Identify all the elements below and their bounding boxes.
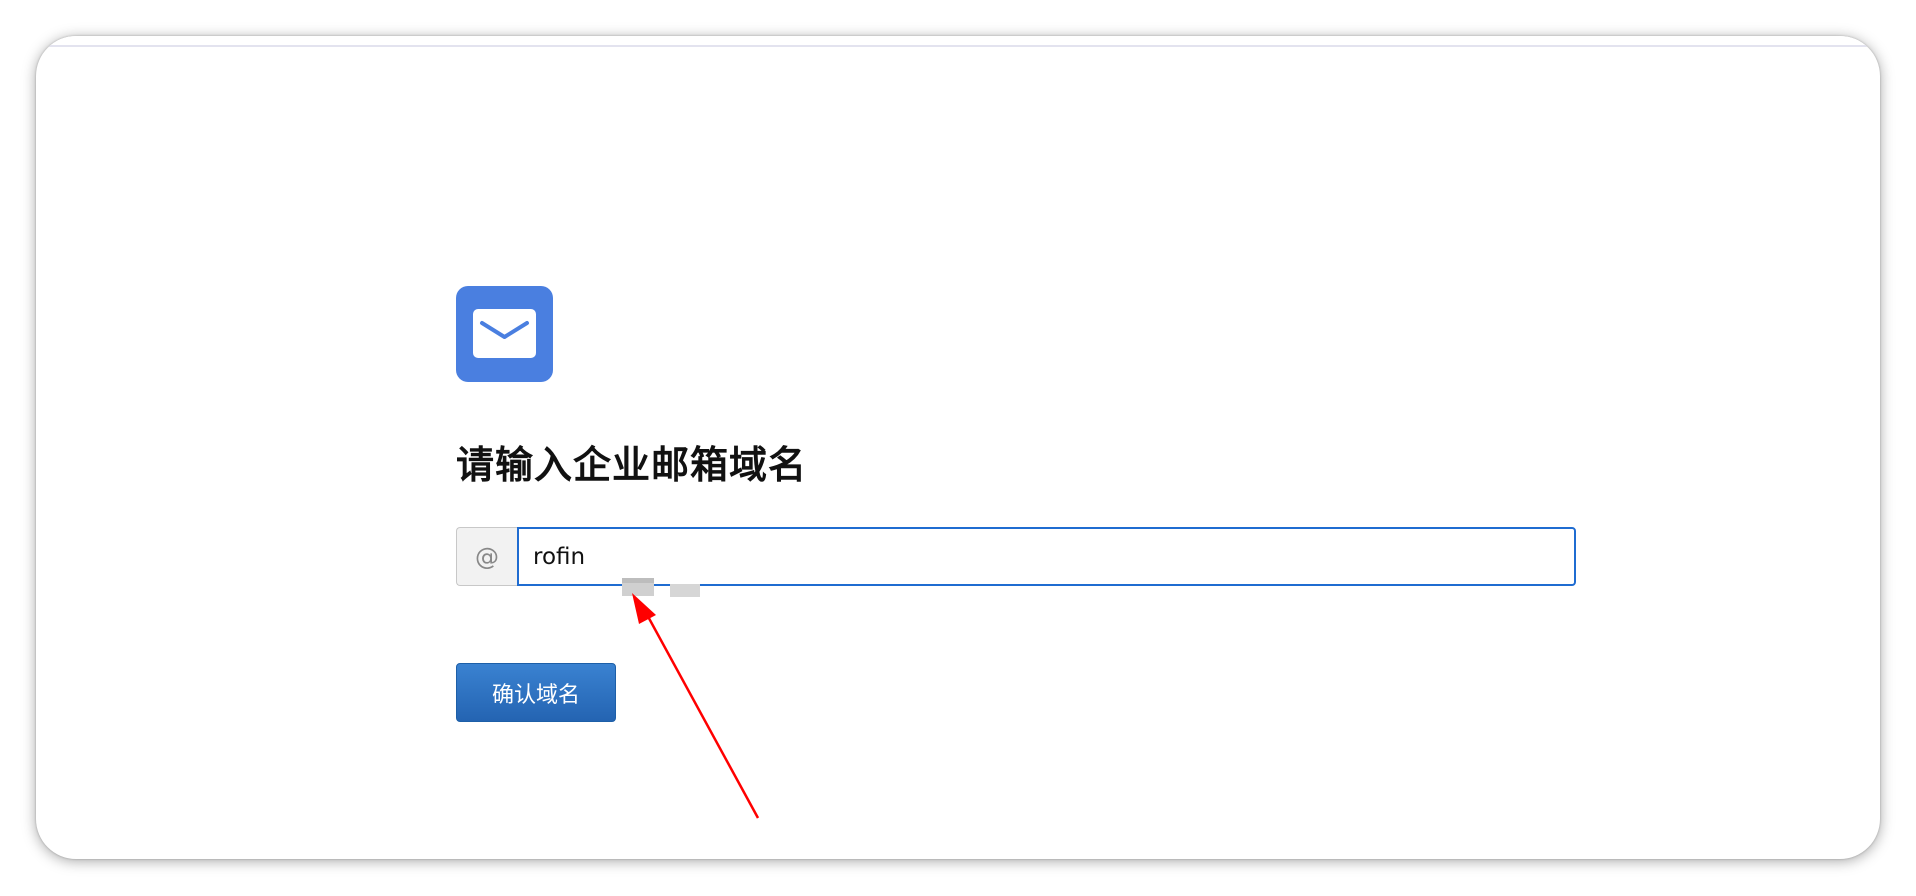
top-strip [36, 36, 1880, 47]
app-window: 请输入企业邮箱域名 @ 确认域名 [36, 36, 1880, 859]
envelope-icon [473, 309, 536, 358]
domain-input[interactable] [517, 527, 1576, 586]
page-title: 请输入企业邮箱域名 [456, 443, 808, 487]
at-icon: @ [456, 527, 517, 586]
redacted-text [622, 578, 654, 596]
mail-logo [456, 286, 553, 382]
confirm-domain-button[interactable]: 确认域名 [456, 663, 616, 722]
redacted-text [670, 584, 700, 597]
